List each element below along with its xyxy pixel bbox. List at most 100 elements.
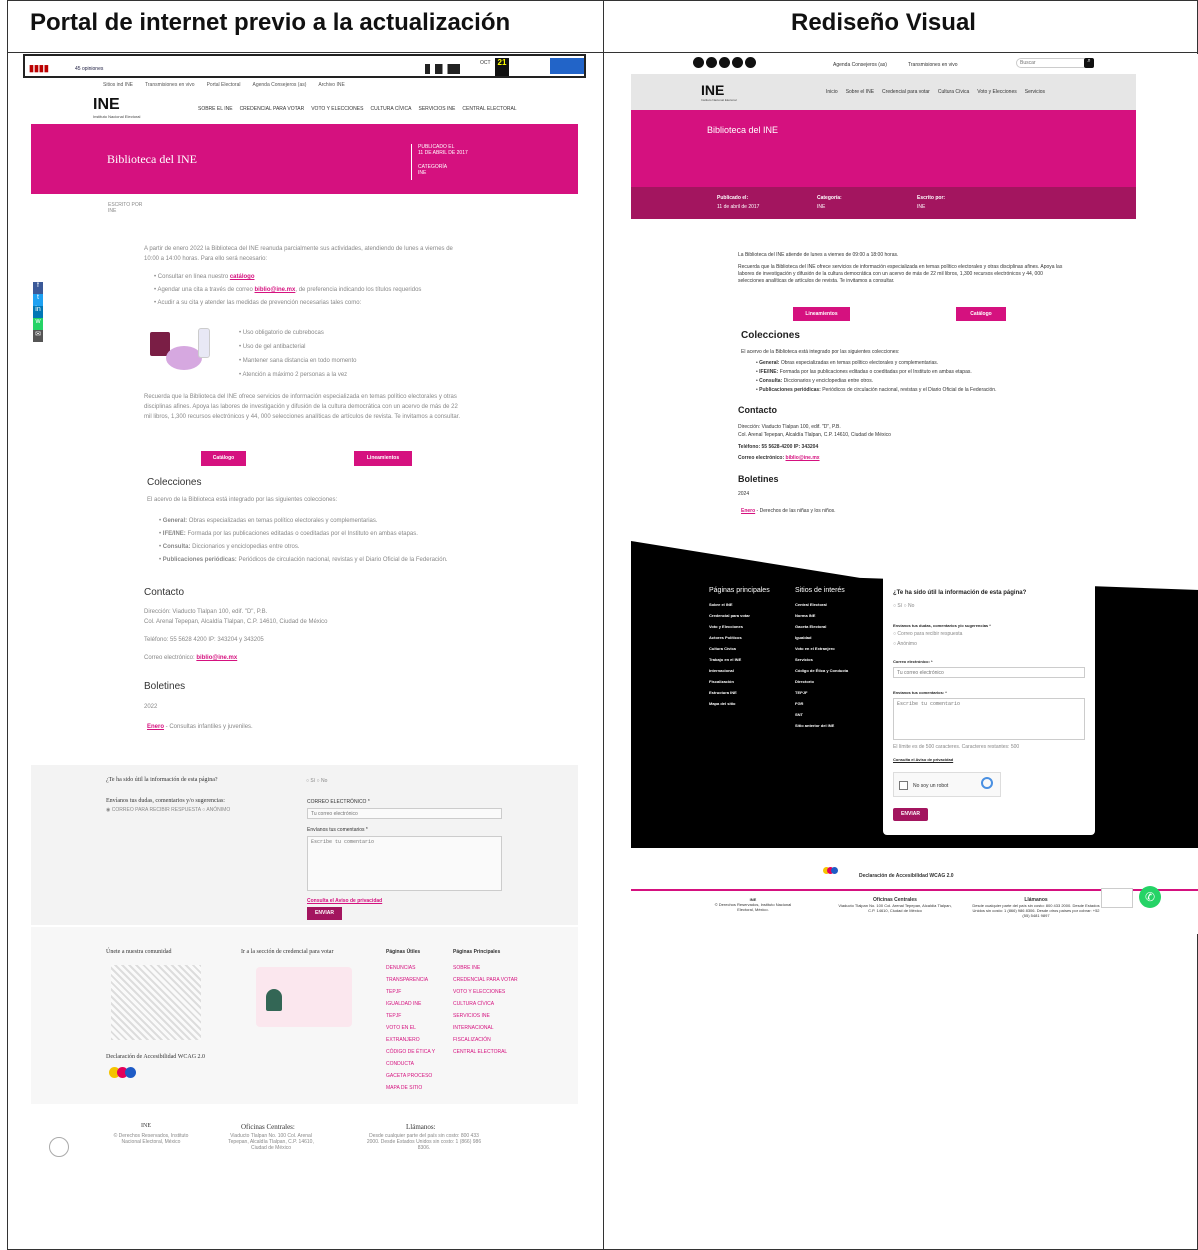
footer-link[interactable]: VOTO Y ELECCIONES bbox=[453, 986, 518, 998]
nav-item[interactable]: Inicio bbox=[826, 89, 838, 95]
nav-item[interactable]: CULTURA CÍVICA bbox=[370, 106, 411, 112]
comment-field[interactable] bbox=[307, 836, 502, 891]
nav-item[interactable]: CREDENCIAL PARA VOTAR bbox=[240, 106, 305, 112]
top-link[interactable]: Agenda Consejeros (as) bbox=[252, 82, 306, 92]
email-field[interactable] bbox=[893, 667, 1085, 678]
footer-link[interactable]: Directorio bbox=[795, 676, 848, 687]
search-input[interactable] bbox=[1016, 58, 1088, 68]
contact-email-link[interactable]: biblio@ine.mx bbox=[196, 655, 237, 661]
catalog-button[interactable]: Catálogo bbox=[201, 451, 246, 466]
whatsapp-icon[interactable]: w bbox=[33, 318, 43, 330]
guidelines-button[interactable]: Lineamientos bbox=[354, 451, 412, 466]
guidelines-button[interactable]: Lineamientos bbox=[793, 307, 850, 321]
ine-logo[interactable]: INE Instituto Nacional Electoral bbox=[93, 96, 140, 119]
twitter-icon[interactable]: t bbox=[33, 294, 43, 306]
footer-link[interactable]: TEPJF bbox=[386, 1010, 446, 1022]
footer-link[interactable]: Sitio anterior del INE bbox=[795, 720, 848, 731]
footer-link[interactable]: Mapa del sitio bbox=[709, 698, 750, 709]
footer-link[interactable]: CULTURA CÍVICA bbox=[453, 998, 518, 1010]
agenda-link[interactable]: Agenda Consejeros (as) bbox=[833, 62, 887, 68]
nav-item[interactable]: SOBRE EL INE bbox=[198, 106, 233, 112]
footer-link[interactable]: Estructura INE bbox=[709, 687, 750, 698]
footer-link[interactable]: TRANSPARENCIA bbox=[386, 974, 446, 986]
news-opinions[interactable]: 45 opiniones bbox=[75, 66, 103, 72]
footer-link[interactable]: Fiscalización bbox=[709, 676, 750, 687]
footer-link[interactable]: CREDENCIAL PARA VOTAR bbox=[453, 974, 518, 986]
email-icon[interactable]: ✉ bbox=[33, 330, 43, 342]
footer-link[interactable]: MAPA DE SITIO bbox=[386, 1082, 446, 1094]
top-link[interactable]: Sitios ind INE bbox=[103, 82, 133, 92]
footer-link[interactable]: FGR bbox=[795, 698, 848, 709]
footer-link[interactable]: Actores Políticos bbox=[709, 632, 750, 643]
submit-button[interactable]: ENVIAR bbox=[307, 907, 342, 920]
footer-link[interactable]: IGUALDAD INE bbox=[386, 998, 446, 1010]
catalog-button[interactable]: Catálogo bbox=[956, 307, 1006, 321]
footer-link[interactable]: Credencial para votar bbox=[709, 610, 750, 621]
instagram-icon[interactable] bbox=[732, 57, 743, 68]
footer-link[interactable]: Igualdad bbox=[795, 632, 848, 643]
nav-item[interactable]: SERVICIOS INE bbox=[419, 106, 456, 112]
footer-link[interactable]: CENTRAL ELECTORAL bbox=[453, 1046, 518, 1058]
top-link[interactable]: Transmisiones en vivo bbox=[145, 82, 195, 92]
footer-link[interactable]: Servicios bbox=[795, 654, 848, 665]
bulletin-link[interactable]: Enero bbox=[147, 724, 164, 730]
footer-link[interactable]: TEPJF bbox=[386, 986, 446, 998]
footer-link[interactable]: Central Electoral bbox=[795, 599, 848, 610]
live-link[interactable]: Transmisiones en vivo bbox=[908, 62, 958, 68]
nav-item[interactable]: Sobre el INE bbox=[846, 89, 874, 95]
footer-link[interactable]: VOTO EN EL EXTRANJERO bbox=[386, 1022, 446, 1046]
linkedin-icon[interactable]: in bbox=[33, 306, 43, 318]
comment-field[interactable] bbox=[893, 698, 1085, 740]
privacy-link[interactable]: Consulta el Aviso de privacidad bbox=[893, 757, 953, 762]
facebook-icon[interactable]: f bbox=[33, 282, 43, 294]
nav-item[interactable]: Voto y Elecciones bbox=[977, 89, 1016, 95]
nav-item[interactable]: Cultura Cívica bbox=[938, 89, 969, 95]
facebook-icon[interactable] bbox=[693, 57, 704, 68]
footer-link[interactable]: SNT bbox=[795, 709, 848, 720]
youtube-icon[interactable] bbox=[719, 57, 730, 68]
footer-link[interactable]: CÓDIGO DE ÉTICA Y CONDUCTA bbox=[386, 1046, 446, 1070]
ine-logo[interactable]: INE Instituto Nacional Electoral bbox=[701, 82, 737, 102]
footer-link[interactable]: DENUNCIAS bbox=[386, 962, 446, 974]
tiktok-icon[interactable] bbox=[745, 57, 756, 68]
nav-item[interactable]: VOTO Y ELECCIONES bbox=[311, 106, 363, 112]
email-field[interactable] bbox=[307, 808, 502, 819]
footer-link[interactable]: Voto y Elecciones bbox=[709, 621, 750, 632]
nav-item[interactable]: Servicios bbox=[1025, 89, 1045, 95]
footer-link[interactable]: Voto en el Extranjero bbox=[795, 643, 848, 654]
feedback-options[interactable]: ○ Sí ○ No bbox=[893, 603, 914, 609]
footer-link[interactable]: Cultura Cívica bbox=[709, 643, 750, 654]
footer-link[interactable]: Código de Ética y Conducta bbox=[795, 665, 848, 676]
footer-link[interactable]: Norma INE bbox=[795, 610, 848, 621]
radio-anonymous[interactable]: ○ Anónimo bbox=[893, 641, 917, 647]
nav-item[interactable]: CENTRAL ELECTORAL bbox=[462, 106, 516, 112]
x-icon[interactable] bbox=[706, 57, 717, 68]
footer-link[interactable]: INTERNACIONAL bbox=[453, 1022, 518, 1034]
credential-illustration[interactable] bbox=[256, 967, 352, 1027]
search-icon[interactable]: ⌕ bbox=[1084, 58, 1094, 68]
top-link[interactable]: Portal Electoral bbox=[207, 82, 241, 92]
accessibility-logo[interactable] bbox=[109, 1067, 136, 1080]
footer-link[interactable]: FISCALIZACIÓN bbox=[453, 1034, 518, 1046]
recaptcha-widget[interactable]: No soy un robot bbox=[893, 772, 1001, 797]
privacy-link[interactable]: Consulta el Aviso de privacidad bbox=[307, 898, 382, 904]
radio-reply[interactable]: ○ Correo para recibir respuesta bbox=[893, 631, 962, 637]
footer-link[interactable]: SOBRE INE bbox=[453, 962, 518, 974]
top-link[interactable]: Archivo INE bbox=[318, 82, 344, 92]
footer-link[interactable]: GACETA PROCESO bbox=[386, 1070, 446, 1082]
accessibility-widget-icon[interactable] bbox=[1101, 888, 1133, 908]
accessibility-logo[interactable] bbox=[823, 867, 838, 880]
captcha-checkbox[interactable] bbox=[899, 781, 908, 790]
bulletin-link[interactable]: Enero bbox=[741, 508, 755, 514]
feedback-radio-group[interactable]: ◉ CORREO PARA RECIBIR RESPUESTA ○ ANÓNIM… bbox=[106, 807, 230, 813]
email-link[interactable]: biblio@ine.mx bbox=[255, 287, 296, 293]
footer-link[interactable]: Sobre el INE bbox=[709, 599, 750, 610]
catalog-link[interactable]: catálogo bbox=[230, 274, 255, 280]
contact-email-link[interactable]: biblio@ine.mx bbox=[786, 455, 820, 461]
footer-link[interactable]: SERVICIOS INE bbox=[453, 1010, 518, 1022]
footer-link[interactable]: Trabajo en el INE bbox=[709, 654, 750, 665]
footer-link[interactable]: Internacional bbox=[709, 665, 750, 676]
footer-link[interactable]: Gaceta Electoral bbox=[795, 621, 848, 632]
footer-link[interactable]: TEPJF bbox=[795, 687, 848, 698]
accessibility-widget-icon[interactable] bbox=[49, 1137, 69, 1157]
